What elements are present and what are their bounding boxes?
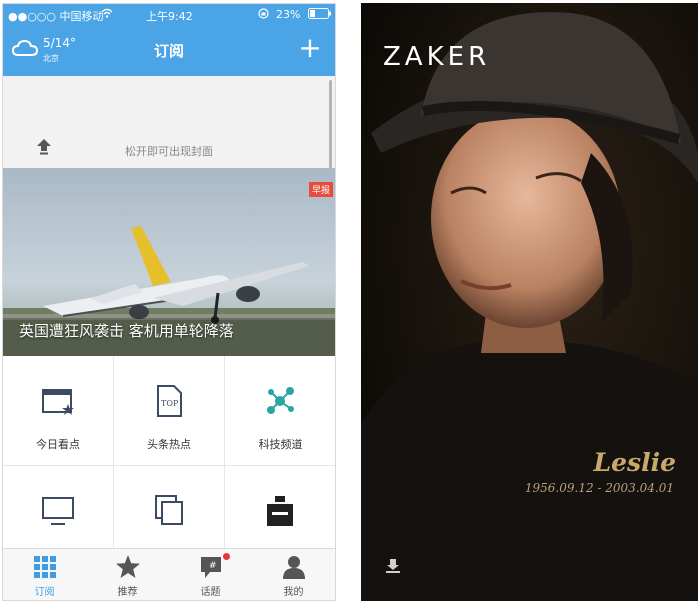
molecule-network-icon <box>263 384 297 418</box>
add-subscription-button[interactable]: + <box>295 33 325 63</box>
wifi-icon <box>101 8 113 21</box>
svg-text:TOP: TOP <box>161 399 179 408</box>
channel-label: 头条热点 <box>147 438 191 451</box>
svg-text:#: # <box>209 561 217 571</box>
carrier-label: ●●○○○ 中国移动 <box>8 10 104 23</box>
tab-mine[interactable]: 我的 <box>252 549 335 600</box>
grid-icon <box>32 554 58 580</box>
channel-tech[interactable]: 科技频道 <box>225 356 335 466</box>
tab-label: 我的 <box>283 587 304 598</box>
screenshot-composite: ●●○○○ 中国移动 上午9:42 23% 5/14° 北京 订阅 + 松开即可… <box>0 0 700 605</box>
tab-recommend[interactable]: 推荐 <box>86 549 169 600</box>
cover-screen: ZAKER Leslie 1956.09.12 - 2003.04.01 <box>361 3 698 601</box>
monitor-icon <box>41 494 75 528</box>
banner-headline[interactable]: 英国遭狂风袭击 客机用单轮降落 <box>19 320 234 341</box>
channel-label: 科技频道 <box>258 438 303 451</box>
download-icon[interactable] <box>386 558 400 577</box>
tab-label: 推荐 <box>117 587 138 598</box>
tab-topics[interactable]: # 话题 <box>169 549 252 600</box>
status-bar: ●●○○○ 中国移动 上午9:42 23% <box>3 4 335 26</box>
stacked-photos-icon <box>152 494 186 528</box>
tab-subscribe[interactable]: 订阅 <box>3 549 86 600</box>
logo-text: ZAKER <box>383 42 490 71</box>
clock-label: 上午9:42 <box>146 10 193 23</box>
subscription-screen: ●●○○○ 中国移动 上午9:42 23% 5/14° 北京 订阅 + 松开即可… <box>2 3 336 601</box>
calendar-star-icon <box>41 384 75 418</box>
battery-percent: 23% <box>276 8 301 21</box>
cover-dates: 1956.09.12 - 2003.04.01 <box>524 481 674 495</box>
channel-headlines[interactable]: TOP 头条热点 <box>114 356 225 466</box>
pull-to-reveal-area: 松开即可出现封面 <box>3 76 335 190</box>
top-document-icon: TOP <box>152 384 186 418</box>
rotation-lock-icon <box>258 8 269 22</box>
channel-grid: 今日看点 TOP 头条热点 科技频道 <box>3 356 335 576</box>
channel-today[interactable]: 今日看点 <box>3 356 114 466</box>
tab-label: 订阅 <box>34 587 55 598</box>
perfume-bottle-icon <box>263 494 297 528</box>
person-icon <box>281 554 307 580</box>
channel-label: 今日看点 <box>36 438 80 451</box>
portrait-photo <box>361 3 698 601</box>
morning-news-badge: 早报 <box>308 182 333 197</box>
headline-banner[interactable]: 早报 英国遭狂风袭击 客机用单轮降落 <box>3 168 335 356</box>
tab-label: 话题 <box>200 587 221 598</box>
chat-icon: # <box>198 554 224 580</box>
zaker-logo: ZAKER <box>383 41 523 75</box>
notification-badge <box>223 553 230 560</box>
bottom-tab-bar: 订阅 推荐 # 话题 我的 <box>3 548 335 600</box>
page-title: 订阅 <box>153 42 184 60</box>
battery-icon <box>308 8 332 22</box>
star-icon <box>115 554 141 580</box>
navigation-bar: 5/14° 北京 订阅 + <box>3 26 335 76</box>
pull-hint-text: 松开即可出现封面 <box>125 145 213 158</box>
cover-name: Leslie <box>593 448 676 477</box>
banner-page-indicator <box>143 346 191 356</box>
